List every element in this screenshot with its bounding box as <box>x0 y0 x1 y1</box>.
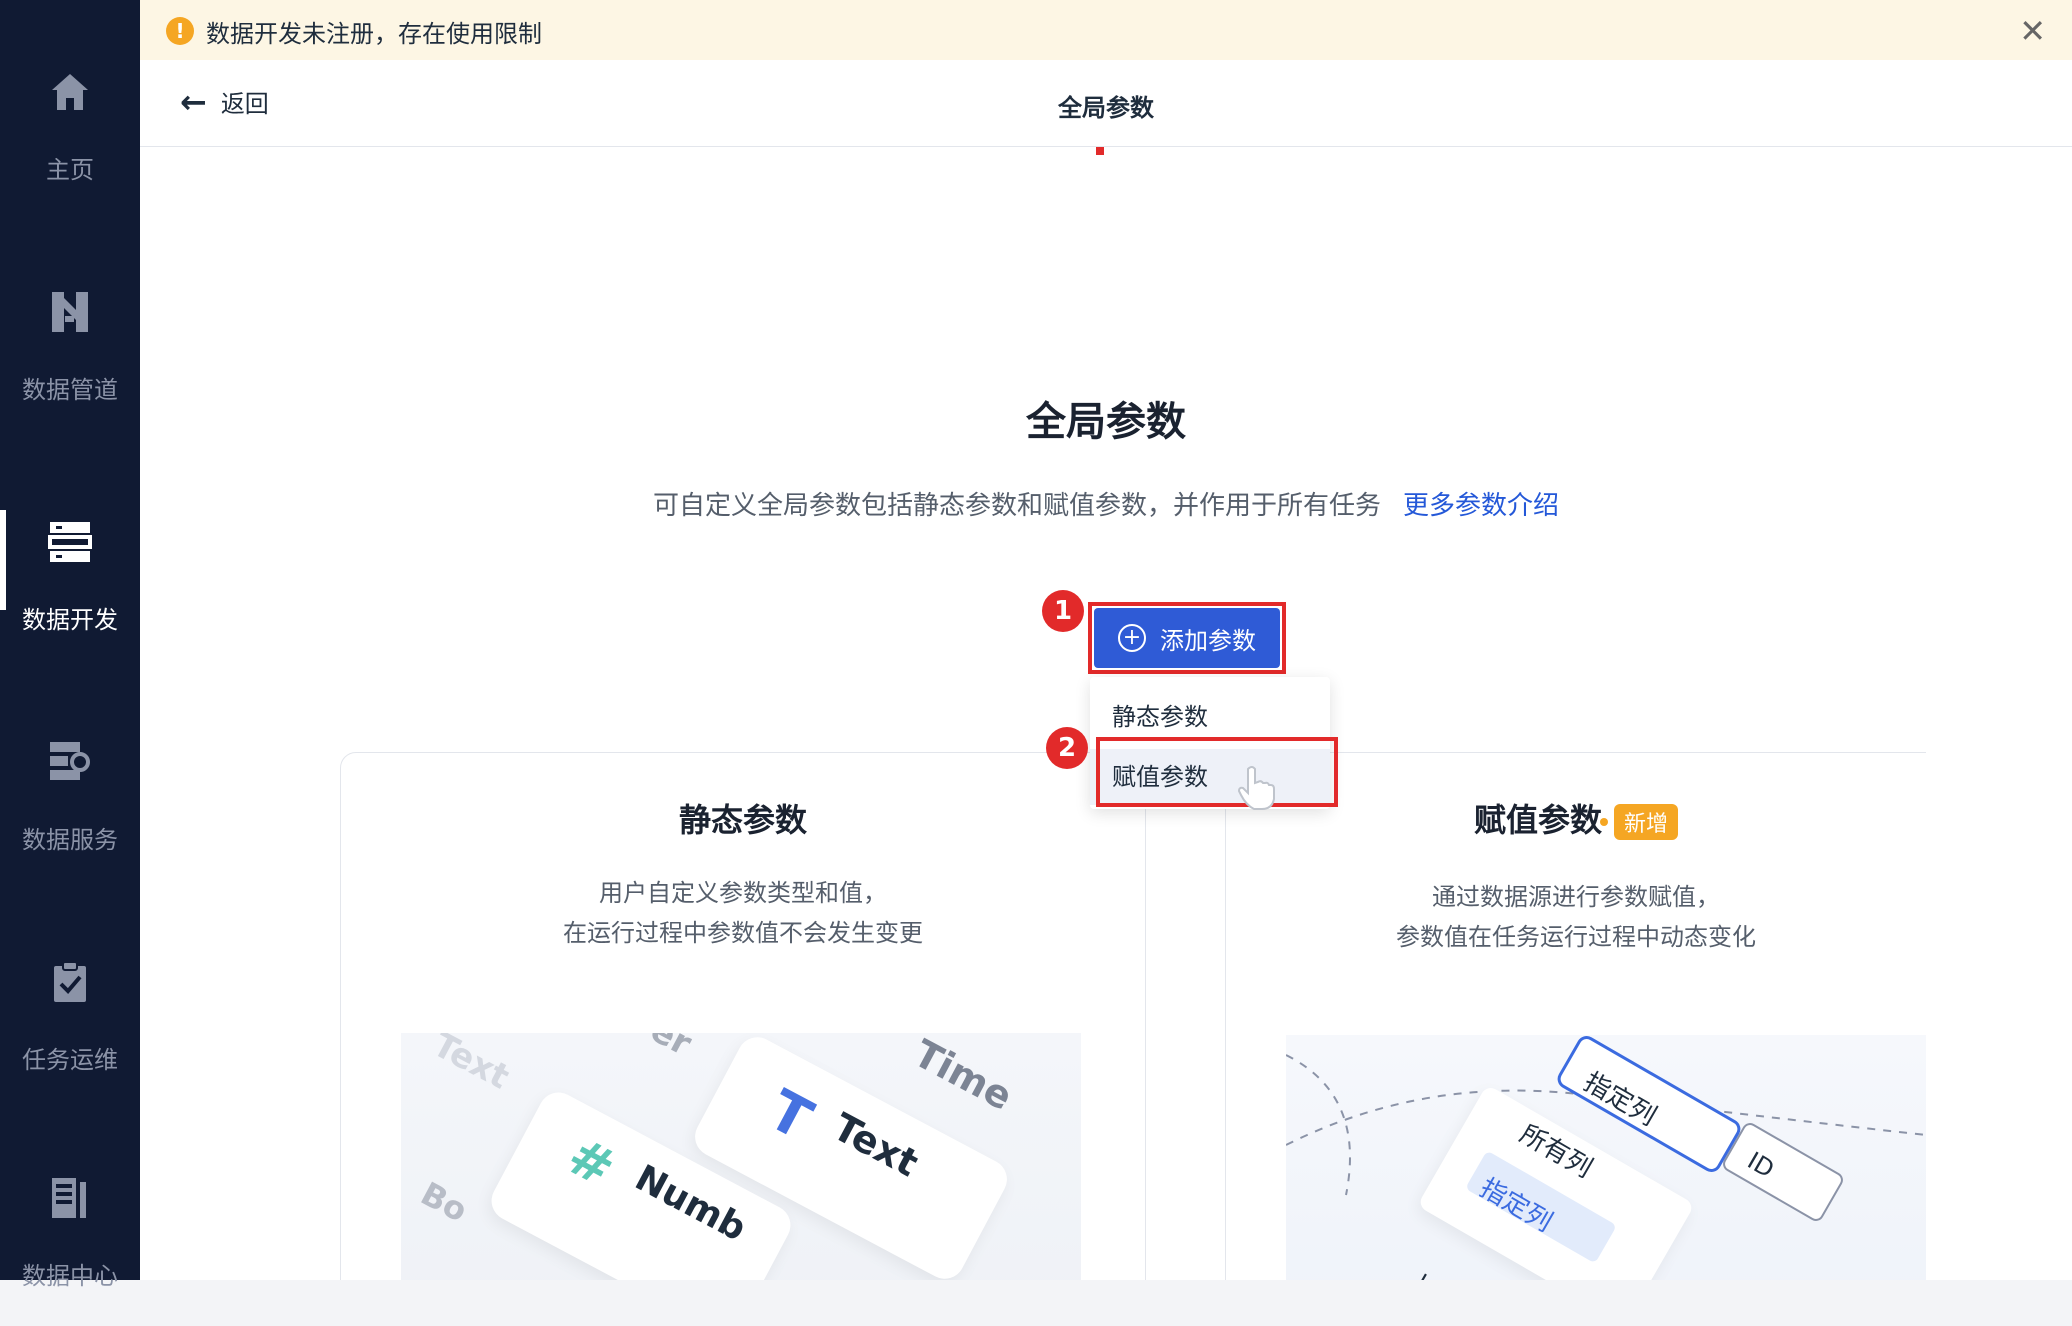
sidebar-item-pipeline[interactable]: 数据管道 <box>0 290 140 440</box>
hero-title: 全局参数 <box>1026 399 1186 445</box>
hero-description: 可自定义全局参数包括静态参数和赋值参数，并作用于所有任务 更多参数介绍 <box>140 485 2072 522</box>
card-desc-line2: 在运行过程中参数值不会发生变更 <box>563 919 923 947</box>
illu-text: Text <box>426 1033 516 1098</box>
static-illustration: Text er Time T Text # Numb Bo <box>401 1033 1081 1280</box>
add-param-button[interactable]: + 添加参数 <box>1094 608 1280 668</box>
page-title: 全局参数 <box>1058 94 1154 122</box>
dev-icon <box>48 522 92 562</box>
illu-text: Time <box>906 1033 1020 1119</box>
service-icon <box>50 742 90 780</box>
step2-highlight <box>1096 737 1338 807</box>
sidebar-item-label: 数据管道 <box>22 376 118 404</box>
hero-desc-text: 可自定义全局参数包括静态参数和赋值参数，并作用于所有任务 <box>652 491 1381 521</box>
warning-banner: ! 数据开发未注册，存在使用限制 ✕ <box>140 0 2072 60</box>
sidebar-item-label: 数据服务 <box>22 826 118 854</box>
sidebar-item-service[interactable]: 数据服务 <box>0 740 140 890</box>
card-title: 静态参数 <box>678 801 807 839</box>
more-params-link[interactable]: 更多参数介绍 <box>1403 491 1559 521</box>
card-title: 赋值参数 <box>1473 801 1602 839</box>
close-icon[interactable]: ✕ <box>2019 12 2046 50</box>
home-icon <box>52 74 88 110</box>
hand-cursor-icon <box>1237 766 1275 810</box>
sidebar-item-dev[interactable]: 数据开发 <box>0 510 140 670</box>
plus-circle-icon: + <box>1118 624 1146 652</box>
pipeline-icon <box>52 292 88 332</box>
new-badge: 新增 <box>1599 804 1679 840</box>
card-desc-line1: 用户自定义参数类型和值， <box>599 879 887 907</box>
dummy <box>1096 147 1104 155</box>
sidebar-item-task-ops[interactable]: 任务运维 <box>0 960 140 1110</box>
step1-badge: 1 <box>1042 590 1084 632</box>
assign-param-card[interactable]: 赋值参数 新增 通过数据源进行参数赋值， 参数值在任务运行过程中动态变化 指定列 … <box>1225 752 1926 1280</box>
static-param-card[interactable]: 静态参数 用户自定义参数类型和值， 在运行过程中参数值不会发生变更 Text e… <box>340 752 1146 1280</box>
card-desc-line1: 通过数据源进行参数赋值， <box>1432 883 1720 911</box>
task-ops-icon <box>54 961 86 1002</box>
sidebar-item-label: 数据开发 <box>22 606 118 634</box>
data-center-icon <box>52 1178 86 1218</box>
card-desc-line2: 参数值在任务运行过程中动态变化 <box>1396 923 1756 951</box>
warning-icon: ! <box>166 17 194 45</box>
banner-text: 数据开发未注册，存在使用限制 <box>206 20 542 48</box>
sidebar-item-label: 数据中心 <box>22 1262 118 1290</box>
illu-text: Bo <box>414 1174 474 1230</box>
add-param-label: 添加参数 <box>1160 626 1256 655</box>
sidebar-item-label: 主页 <box>46 156 94 184</box>
step2-badge: 2 <box>1046 727 1088 769</box>
sidebar-item-home[interactable]: 主页 <box>0 70 140 220</box>
main-content: 全局参数 可自定义全局参数包括静态参数和赋值参数，并作用于所有任务 更多参数介绍 … <box>140 147 2072 1280</box>
illu-text: er <box>643 1033 698 1065</box>
page-header: ← 返回 全局参数 <box>140 60 2072 147</box>
sidebar-item-label: 任务运维 <box>22 1046 118 1074</box>
sidebar: 主页 数据管道 数据开发 数据服务 任务运维 数据中心 <box>0 0 140 1290</box>
assign-illustration: 指定列 所有列 指定列 ID bb <box>1286 1035 1926 1280</box>
sidebar-item-data-center[interactable]: 数据中心 <box>0 1176 140 1326</box>
